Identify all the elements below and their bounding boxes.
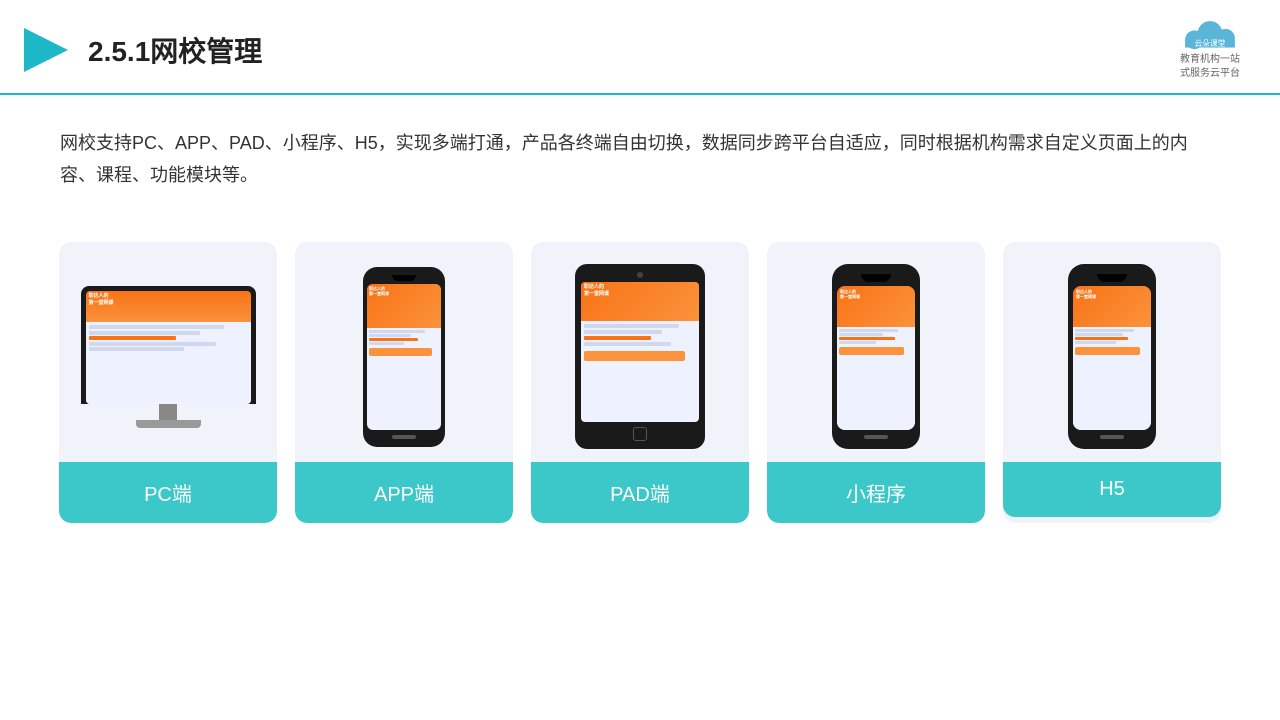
play-icon	[20, 24, 72, 76]
card-pad: 职达人的第一堂网课 PAD端	[531, 242, 749, 523]
description-text: 网校支持PC、APP、PAD、小程序、H5，实现多端打通，产品各终端自由切换，数…	[0, 95, 1280, 212]
card-h5-image: 职达人的第一堂网课	[1003, 242, 1221, 462]
logo-tagline: 教育机构一站式服务云平台	[1180, 53, 1240, 81]
miniprogram-phone-mockup: 职达人的第一堂网课	[832, 264, 920, 449]
h5-phone-mockup: 职达人的第一堂网课	[1068, 264, 1156, 449]
logo-area: 云朵课堂 教育机构一站式服务云平台	[1170, 18, 1250, 81]
h5-screen: 职达人的第一堂网课	[1073, 286, 1151, 430]
page-title: 2.5.1网校管理	[88, 30, 262, 70]
card-app: 职达人的第一堂网课 APP端	[295, 242, 513, 523]
page-header: 2.5.1网校管理 云朵课堂 教育机构一站式服务云平台	[0, 0, 1280, 95]
card-miniprogram: 职达人的第一堂网课 小程序	[767, 242, 985, 523]
card-app-image: 职达人的第一堂网课	[295, 242, 513, 462]
svg-text:云朵课堂: 云朵课堂	[1194, 38, 1225, 48]
device-cards-container: 职达人的第一堂网课 PC端	[0, 212, 1280, 523]
card-app-label: APP端	[295, 462, 513, 523]
pc-mockup: 职达人的第一堂网课	[81, 286, 256, 428]
header-left: 2.5.1网校管理	[20, 24, 262, 76]
card-pad-label: PAD端	[531, 462, 749, 523]
card-pc-label: PC端	[59, 462, 277, 523]
card-pc: 职达人的第一堂网课 PC端	[59, 242, 277, 523]
miniprogram-screen: 职达人的第一堂网课	[837, 286, 915, 430]
description-content: 网校支持PC、APP、PAD、小程序、H5，实现多端打通，产品各终端自由切换，数…	[60, 127, 1220, 192]
app-phone-mockup: 职达人的第一堂网课	[363, 267, 445, 447]
card-h5: 职达人的第一堂网课 H5	[1003, 242, 1221, 523]
card-pad-image: 职达人的第一堂网课	[531, 242, 749, 462]
card-pc-image: 职达人的第一堂网课	[59, 242, 277, 462]
logo-icon: 云朵课堂	[1170, 18, 1250, 53]
tablet-screen: 职达人的第一堂网课	[581, 282, 699, 422]
card-miniprogram-image: 职达人的第一堂网课	[767, 242, 985, 462]
tablet-mockup: 职达人的第一堂网课	[575, 264, 705, 449]
card-h5-label: H5	[1003, 462, 1221, 517]
card-miniprogram-label: 小程序	[767, 462, 985, 523]
